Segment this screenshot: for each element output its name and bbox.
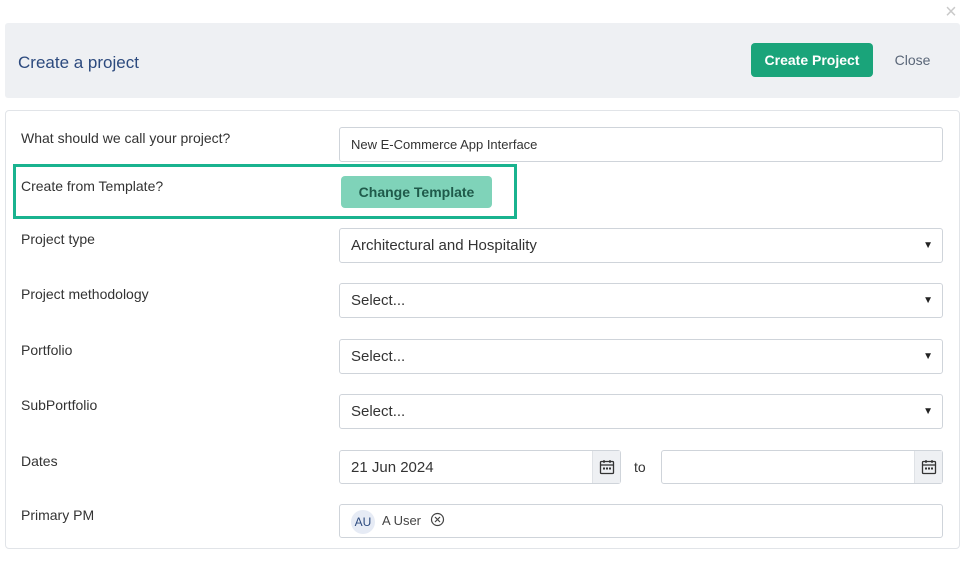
methodology-label: Project methodology (21, 286, 149, 302)
chevron-down-icon: ▼ (923, 295, 933, 306)
template-label: Create from Template? (21, 178, 164, 194)
project-name-input[interactable] (339, 127, 943, 162)
dates-label: Dates (21, 453, 58, 469)
start-date-value: 21 Jun 2024 (351, 459, 434, 476)
chevron-down-icon: ▼ (923, 240, 933, 251)
primary-pm-input[interactable]: AU A User (339, 504, 943, 538)
pm-user-name: A User (382, 513, 422, 528)
methodology-value: Select... (351, 292, 406, 309)
project-type-label: Project type (21, 231, 95, 247)
chevron-down-icon: ▼ (923, 406, 933, 417)
subportfolio-value: Select... (351, 403, 406, 420)
methodology-select[interactable]: Select... ▼ (339, 283, 943, 318)
dates-to-label: to (634, 459, 646, 475)
project-type-select[interactable]: Architectural and Hospitality ▼ (339, 228, 943, 263)
close-button[interactable]: Close (885, 43, 940, 77)
chevron-down-icon: ▼ (923, 351, 933, 362)
subportfolio-select[interactable]: Select... ▼ (339, 394, 943, 429)
dialog-header: Create a project Create Project Close (5, 23, 960, 98)
portfolio-select[interactable]: Select... ▼ (339, 339, 943, 374)
primary-pm-label: Primary PM (21, 507, 95, 523)
create-project-button[interactable]: Create Project (751, 43, 873, 77)
change-template-button[interactable]: Change Template (341, 176, 492, 208)
portfolio-label: Portfolio (21, 342, 73, 358)
project-type-value: Architectural and Hospitality (351, 237, 537, 254)
start-date-input[interactable]: 21 Jun 2024 (339, 450, 621, 484)
calendar-icon[interactable] (592, 451, 620, 483)
page-title: Create a project (18, 53, 139, 72)
avatar: AU (351, 510, 375, 534)
subportfolio-label: SubPortfolio (21, 397, 98, 413)
project-name-label: What should we call your project? (21, 130, 231, 146)
remove-circle-icon[interactable] (430, 512, 445, 527)
end-date-input[interactable] (661, 450, 943, 484)
portfolio-value: Select... (351, 348, 406, 365)
calendar-icon[interactable] (914, 451, 942, 483)
dialog-close-icon[interactable]: × (941, 2, 961, 22)
